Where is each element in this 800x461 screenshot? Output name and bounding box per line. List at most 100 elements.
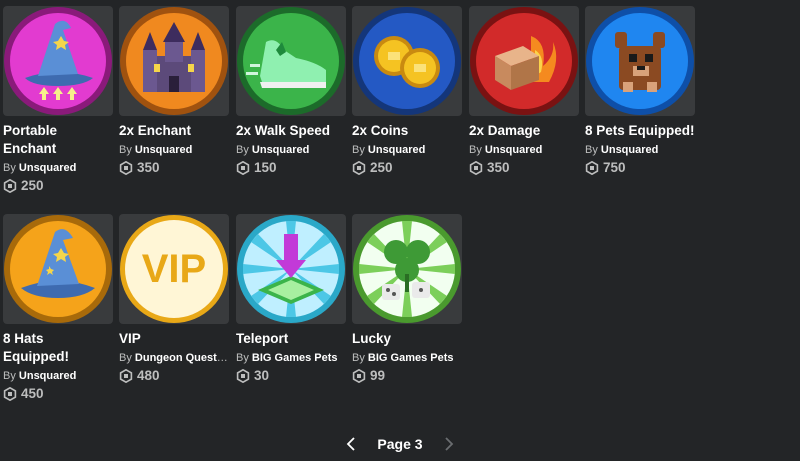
creator-link[interactable]: Unsquared bbox=[485, 144, 542, 156]
gamepass-card[interactable]: 8 Pets Equipped! By Unsquared 750 bbox=[585, 6, 695, 177]
price-value: 99 bbox=[370, 368, 386, 383]
gamepass-thumbnail[interactable] bbox=[469, 6, 579, 116]
gamepass-card[interactable]: VIP VIP By Dungeon Quest b... 480 bbox=[119, 214, 229, 385]
creator-link[interactable]: BIG Games Pets bbox=[368, 352, 454, 364]
gamepass-thumbnail[interactable] bbox=[352, 6, 462, 116]
robux-icon bbox=[469, 161, 483, 175]
gamepass-name[interactable]: 2x Enchant bbox=[119, 122, 229, 140]
gamepass-creator: By Unsquared bbox=[469, 143, 579, 157]
next-page-button[interactable] bbox=[439, 434, 459, 454]
by-label: By bbox=[3, 162, 16, 174]
gamepass-thumbnail[interactable] bbox=[585, 6, 695, 116]
gamepass-creator: By Unsquared bbox=[352, 143, 462, 157]
gamepass-price: 350 bbox=[119, 159, 229, 177]
creator-link[interactable]: BIG Games Pets bbox=[252, 352, 338, 364]
by-label: By bbox=[3, 370, 16, 382]
by-label: By bbox=[352, 144, 365, 156]
gamepass-price: 150 bbox=[236, 159, 346, 177]
price-value: 250 bbox=[370, 160, 393, 175]
creator-link[interactable]: Unsquared bbox=[252, 144, 309, 156]
gamepass-name[interactable]: 2x Coins bbox=[352, 122, 462, 140]
sneaker-icon bbox=[237, 7, 345, 115]
by-label: By bbox=[352, 352, 365, 364]
gamepass-name[interactable]: Teleport bbox=[236, 330, 346, 348]
robux-icon bbox=[3, 179, 17, 193]
wizard-hat-arrows-icon bbox=[4, 7, 112, 115]
gamepass-thumbnail[interactable] bbox=[352, 214, 462, 324]
gamepass-thumbnail[interactable] bbox=[236, 6, 346, 116]
chevron-left-icon bbox=[347, 437, 356, 451]
robux-icon bbox=[352, 369, 366, 383]
prev-page-button[interactable] bbox=[341, 434, 361, 454]
gamepass-price: 480 bbox=[119, 367, 229, 385]
gamepass-creator: By BIG Games Pets bbox=[236, 351, 346, 365]
vip-badge-icon: VIP bbox=[120, 215, 228, 323]
creator-link[interactable]: Unsquared bbox=[368, 144, 425, 156]
robux-icon bbox=[352, 161, 366, 175]
gamepass-card[interactable]: Lucky By BIG Games Pets 99 bbox=[352, 214, 462, 385]
creator-link[interactable]: Unsquared bbox=[601, 144, 658, 156]
gamepass-name[interactable]: VIP bbox=[119, 330, 229, 348]
price-value: 350 bbox=[487, 160, 510, 175]
gamepass-price: 750 bbox=[585, 159, 695, 177]
by-label: By bbox=[119, 352, 132, 364]
price-value: 750 bbox=[603, 160, 626, 175]
gamepass-thumbnail[interactable]: VIP bbox=[119, 214, 229, 324]
gamepass-card[interactable]: 8 Hats Equipped! By Unsquared 450 bbox=[3, 214, 113, 403]
price-value: 350 bbox=[137, 160, 160, 175]
by-label: By bbox=[469, 144, 482, 156]
gamepass-price: 250 bbox=[3, 177, 113, 195]
creator-link[interactable]: Unsquared bbox=[135, 144, 192, 156]
gamepass-price: 30 bbox=[236, 367, 346, 385]
price-value: 250 bbox=[21, 178, 44, 193]
bear-pet-icon bbox=[586, 7, 694, 115]
gamepass-name[interactable]: Portable Enchant bbox=[3, 122, 113, 158]
gamepass-thumbnail[interactable] bbox=[3, 214, 113, 324]
price-value: 480 bbox=[137, 368, 160, 383]
gamepass-creator: By BIG Games Pets bbox=[352, 351, 462, 365]
gamepass-thumbnail[interactable] bbox=[236, 214, 346, 324]
robux-icon bbox=[585, 161, 599, 175]
by-label: By bbox=[119, 144, 132, 156]
creator-link[interactable]: Dungeon Quest b... bbox=[135, 352, 229, 364]
gamepass-card[interactable]: 2x Enchant By Unsquared 350 bbox=[119, 6, 229, 177]
teleport-pad-icon bbox=[237, 215, 345, 323]
gamepass-card[interactable]: 2x Coins By Unsquared 250 bbox=[352, 6, 462, 177]
gamepass-card[interactable]: 2x Walk Speed By Unsquared 150 bbox=[236, 6, 346, 177]
gamepass-price: 350 bbox=[469, 159, 579, 177]
castle-icon bbox=[120, 7, 228, 115]
gamepass-price: 450 bbox=[3, 385, 113, 403]
by-label: By bbox=[585, 144, 598, 156]
coins-icon bbox=[353, 7, 461, 115]
gamepass-card[interactable]: Teleport By BIG Games Pets 30 bbox=[236, 214, 346, 385]
gamepass-name[interactable]: 8 Hats Equipped! bbox=[3, 330, 113, 366]
gamepass-name[interactable]: 2x Walk Speed bbox=[236, 122, 346, 140]
robux-icon bbox=[236, 369, 250, 383]
robux-icon bbox=[119, 369, 133, 383]
by-label: By bbox=[236, 144, 249, 156]
price-value: 150 bbox=[254, 160, 277, 175]
robux-icon bbox=[3, 387, 17, 401]
creator-link[interactable]: Unsquared bbox=[19, 162, 76, 174]
wizard-hat-icon bbox=[4, 215, 112, 323]
gamepass-name[interactable]: 2x Damage bbox=[469, 122, 579, 140]
gamepass-creator: By Dungeon Quest b... bbox=[119, 351, 229, 365]
gamepass-name[interactable]: 8 Pets Equipped! bbox=[585, 122, 695, 140]
gamepass-creator: By Unsquared bbox=[3, 161, 113, 175]
gamepass-creator: By Unsquared bbox=[119, 143, 229, 157]
clover-dice-icon bbox=[353, 215, 461, 323]
gamepass-card[interactable]: 2x Damage By Unsquared 350 bbox=[469, 6, 579, 177]
chevron-right-icon bbox=[444, 437, 453, 451]
gamepass-thumbnail[interactable] bbox=[3, 6, 113, 116]
gamepass-price: 99 bbox=[352, 367, 462, 385]
pagination: Page 3 bbox=[0, 432, 800, 456]
gamepass-card[interactable]: Portable Enchant By Unsquared 250 bbox=[3, 6, 113, 195]
creator-link[interactable]: Unsquared bbox=[19, 370, 76, 382]
page-label: Page 3 bbox=[377, 436, 423, 452]
robux-icon bbox=[236, 161, 250, 175]
gamepass-thumbnail[interactable] bbox=[119, 6, 229, 116]
gamepass-name[interactable]: Lucky bbox=[352, 330, 462, 348]
vip-logo-text: VIP bbox=[142, 247, 206, 291]
robux-icon bbox=[119, 161, 133, 175]
price-value: 450 bbox=[21, 386, 44, 401]
